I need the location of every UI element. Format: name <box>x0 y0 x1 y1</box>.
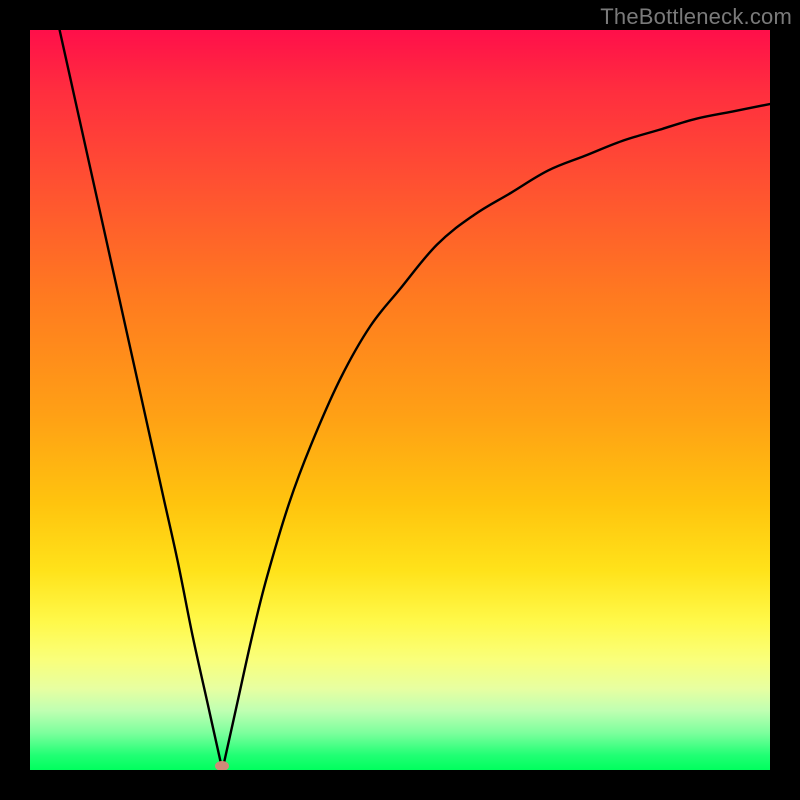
chart-frame: TheBottleneck.com <box>0 0 800 800</box>
bottleneck-curve <box>60 30 770 770</box>
curve-layer <box>30 30 770 770</box>
optimum-marker <box>215 761 229 770</box>
watermark-text: TheBottleneck.com <box>600 4 792 30</box>
plot-area <box>30 30 770 770</box>
